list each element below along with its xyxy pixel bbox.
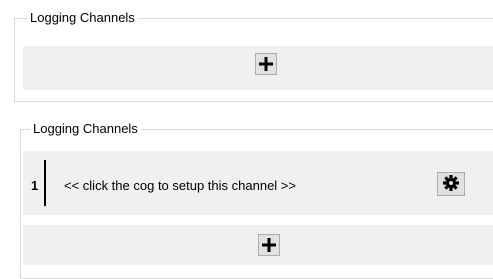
plus-icon	[262, 238, 276, 252]
logging-channels-group-2: Logging Channels 1 << click the cog to s…	[20, 121, 493, 279]
channel-divider	[44, 160, 46, 206]
gear-icon	[443, 174, 459, 194]
group-title: Logging Channels	[30, 121, 141, 137]
add-channel-row	[23, 46, 493, 90]
add-channel-row	[23, 225, 493, 265]
channel-setup-hint: << click the cog to setup this channel >…	[64, 178, 296, 193]
channel-number: 1	[31, 178, 39, 193]
add-channel-button[interactable]	[258, 234, 280, 256]
group-title: Logging Channels	[27, 10, 138, 26]
channel-row: 1 << click the cog to setup this channel…	[23, 151, 493, 215]
channel-settings-button[interactable]	[437, 172, 465, 196]
logging-channels-group-1: Logging Channels	[14, 10, 493, 102]
add-channel-button[interactable]	[255, 53, 277, 75]
plus-icon	[259, 57, 273, 71]
